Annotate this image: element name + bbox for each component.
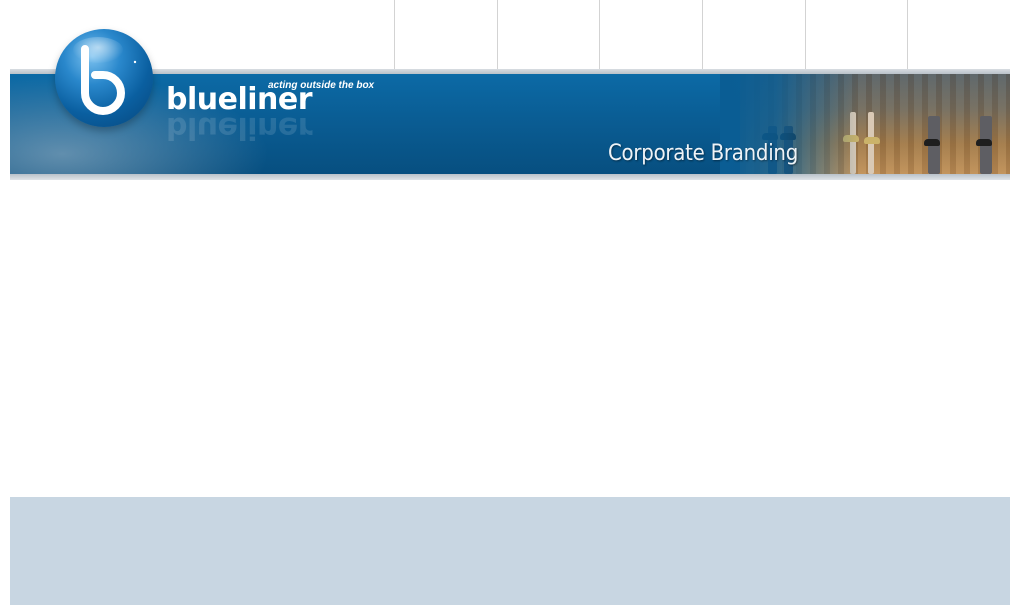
- nav-item-2[interactable]: [496, 0, 600, 69]
- brand-wordmark-reflection: blueliner: [166, 110, 313, 145]
- nav-item-5[interactable]: [804, 0, 908, 69]
- photo-shoe: [924, 139, 940, 146]
- photo-shoe: [864, 137, 880, 144]
- footer: [10, 497, 1010, 605]
- nav-item-4[interactable]: [702, 0, 805, 69]
- section-title: Corporate Branding: [608, 141, 799, 166]
- nav-item-6[interactable]: [907, 0, 1010, 69]
- page: acting outside the box blueliner bluelin…: [0, 0, 1020, 605]
- blueliner-b-logo-icon[interactable]: [55, 29, 153, 127]
- logo-b-glyph: [81, 45, 137, 115]
- photo-shoe: [976, 139, 992, 146]
- top-nav: [394, 0, 1010, 69]
- nav-item-3[interactable]: [599, 0, 702, 69]
- header-banner: acting outside the box blueliner bluelin…: [10, 74, 1010, 174]
- nav-item-1[interactable]: [394, 0, 497, 69]
- main-content: [10, 180, 1010, 497]
